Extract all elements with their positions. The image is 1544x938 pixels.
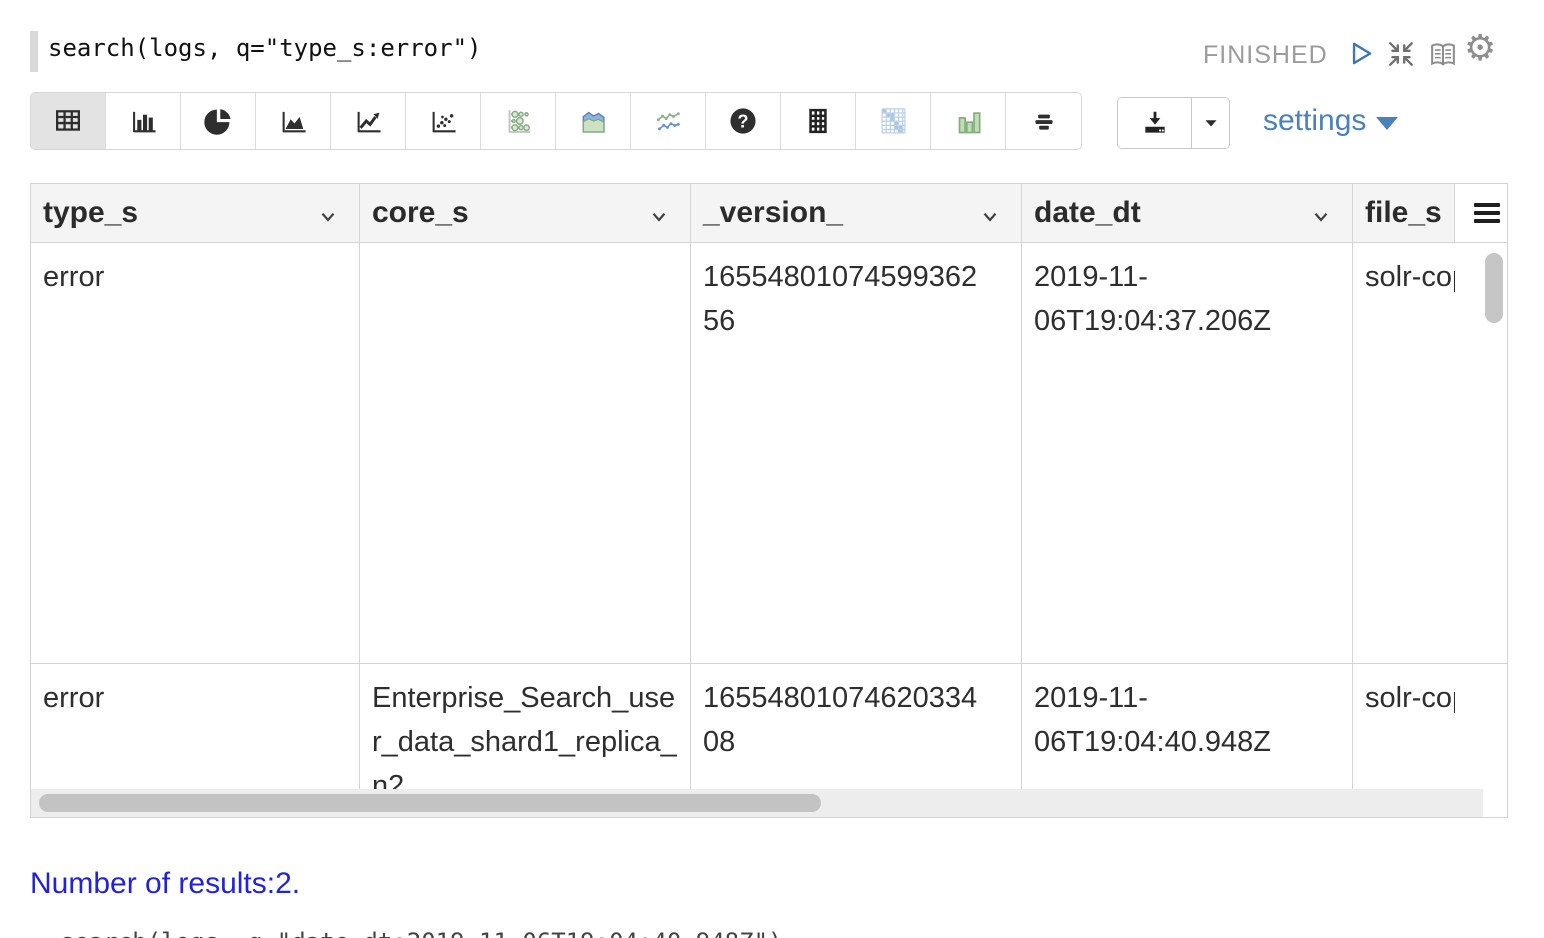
table-header-row: type_s core_s _version_ date_dt file_s <box>31 184 1507 243</box>
pivot-grid-icon <box>802 104 834 138</box>
cell-date_dt: 2019-11-06T19:04:40.948Z <box>1022 664 1353 789</box>
funnel-chart-button[interactable] <box>1006 93 1081 149</box>
line-chart-button[interactable] <box>331 93 406 149</box>
download-split-button <box>1117 97 1230 149</box>
cell-_version_: 1655480107462033408 <box>691 664 1022 789</box>
bar-chart-button[interactable] <box>106 93 181 149</box>
bubble-chart-button[interactable] <box>481 93 556 149</box>
grid-menu-button[interactable] <box>1455 184 1507 242</box>
table-chart-button[interactable] <box>31 93 106 149</box>
column-menu-chevron-icon[interactable] <box>979 202 1001 236</box>
heatmap-button[interactable] <box>856 93 931 149</box>
funnel-chart-icon <box>1027 106 1061 136</box>
column-label: date_dt <box>1034 196 1141 230</box>
column-chart-icon <box>951 104 985 138</box>
column-menu-chevron-icon[interactable] <box>1310 202 1332 236</box>
column-label: core_s <box>372 196 469 230</box>
caret-down-icon <box>1200 112 1222 134</box>
stacked-area-chart-icon <box>576 104 610 138</box>
paragraph-edit-bar <box>30 31 38 72</box>
svg-text:?: ? <box>737 110 748 131</box>
horizontal-scrollbar-thumb[interactable] <box>39 794 821 812</box>
column-header-core_s[interactable]: core_s <box>360 184 691 242</box>
download-options-button[interactable] <box>1191 98 1229 148</box>
chart-type-toolbar: ? <box>30 92 1082 150</box>
column-label: type_s <box>43 196 138 230</box>
vertical-scrollbar[interactable] <box>1485 253 1503 323</box>
column-menu-chevron-icon[interactable] <box>648 202 670 236</box>
area-chart-button[interactable] <box>256 93 331 149</box>
results-table: type_s core_s _version_ date_dt file_s <box>30 183 1508 818</box>
help-button[interactable]: ? <box>706 93 781 149</box>
column-label: file_s <box>1365 196 1442 230</box>
column-header-_version_[interactable]: _version_ <box>691 184 1022 242</box>
cell-type_s: error <box>31 664 360 789</box>
line-chart-icon <box>351 105 385 137</box>
gear-icon[interactable]: ⚙ <box>1464 31 1496 67</box>
bar-chart-icon <box>126 105 160 137</box>
pie-chart-button[interactable] <box>181 93 256 149</box>
cell-file_s: solr-copy <box>1353 243 1455 663</box>
settings-link[interactable]: settings <box>1263 104 1398 138</box>
shrink-icon[interactable] <box>1386 39 1416 69</box>
stacked-area-chart-button[interactable] <box>556 93 631 149</box>
multi-line-chart-icon <box>650 104 686 138</box>
pivot-grid-button[interactable] <box>781 93 856 149</box>
table-body: error 1655480107459936256 2019-11-06T19:… <box>31 243 1507 789</box>
table-row: error Enterprise_Search_user_data_shard1… <box>31 664 1507 789</box>
help-icon: ? <box>727 105 759 137</box>
column-header-file_s[interactable]: file_s <box>1353 184 1455 242</box>
cell-core_s <box>360 243 691 663</box>
table-icon <box>51 105 85 137</box>
cell-file_s: solr-copy <box>1353 664 1455 789</box>
area-chart-icon <box>276 105 310 137</box>
column-header-type_s[interactable]: type_s <box>31 184 360 242</box>
column-header-date_dt[interactable]: date_dt <box>1022 184 1353 242</box>
multi-line-chart-button[interactable] <box>631 93 706 149</box>
paragraph-status: FINISHED <box>1203 41 1328 70</box>
next-paragraph-clipped-code[interactable]: search(logs, q="date_dt:2019-11-06T19:04… <box>60 928 1460 938</box>
download-icon <box>1140 108 1170 138</box>
heatmap-icon <box>876 104 910 138</box>
run-icon[interactable] <box>1346 39 1376 69</box>
pie-chart-icon <box>202 105 234 137</box>
hamburger-menu-icon <box>1474 199 1500 227</box>
paragraph-code[interactable]: search(logs, q="type_s:error") <box>48 34 481 62</box>
book-icon[interactable] <box>1427 39 1457 69</box>
download-button[interactable] <box>1118 98 1191 148</box>
cell-type_s: error <box>31 243 360 663</box>
column-label: _version_ <box>703 196 843 230</box>
horizontal-scrollbar-track[interactable] <box>31 789 1483 817</box>
cell-core_s: Enterprise_Search_user_data_shard1_repli… <box>360 664 691 789</box>
settings-label: settings <box>1263 104 1366 138</box>
scatter-chart-icon <box>426 105 460 137</box>
settings-caret-icon <box>1376 117 1398 130</box>
column-chart-button[interactable] <box>931 93 1006 149</box>
results-count-text: Number of results:2. <box>30 867 300 901</box>
cell-date_dt: 2019-11-06T19:04:37.206Z <box>1022 243 1353 663</box>
column-menu-chevron-icon[interactable] <box>317 202 339 236</box>
cell-_version_: 1655480107459936256 <box>691 243 1022 663</box>
table-row: error 1655480107459936256 2019-11-06T19:… <box>31 243 1507 664</box>
bubble-chart-icon <box>501 104 535 138</box>
scatter-chart-button[interactable] <box>406 93 481 149</box>
